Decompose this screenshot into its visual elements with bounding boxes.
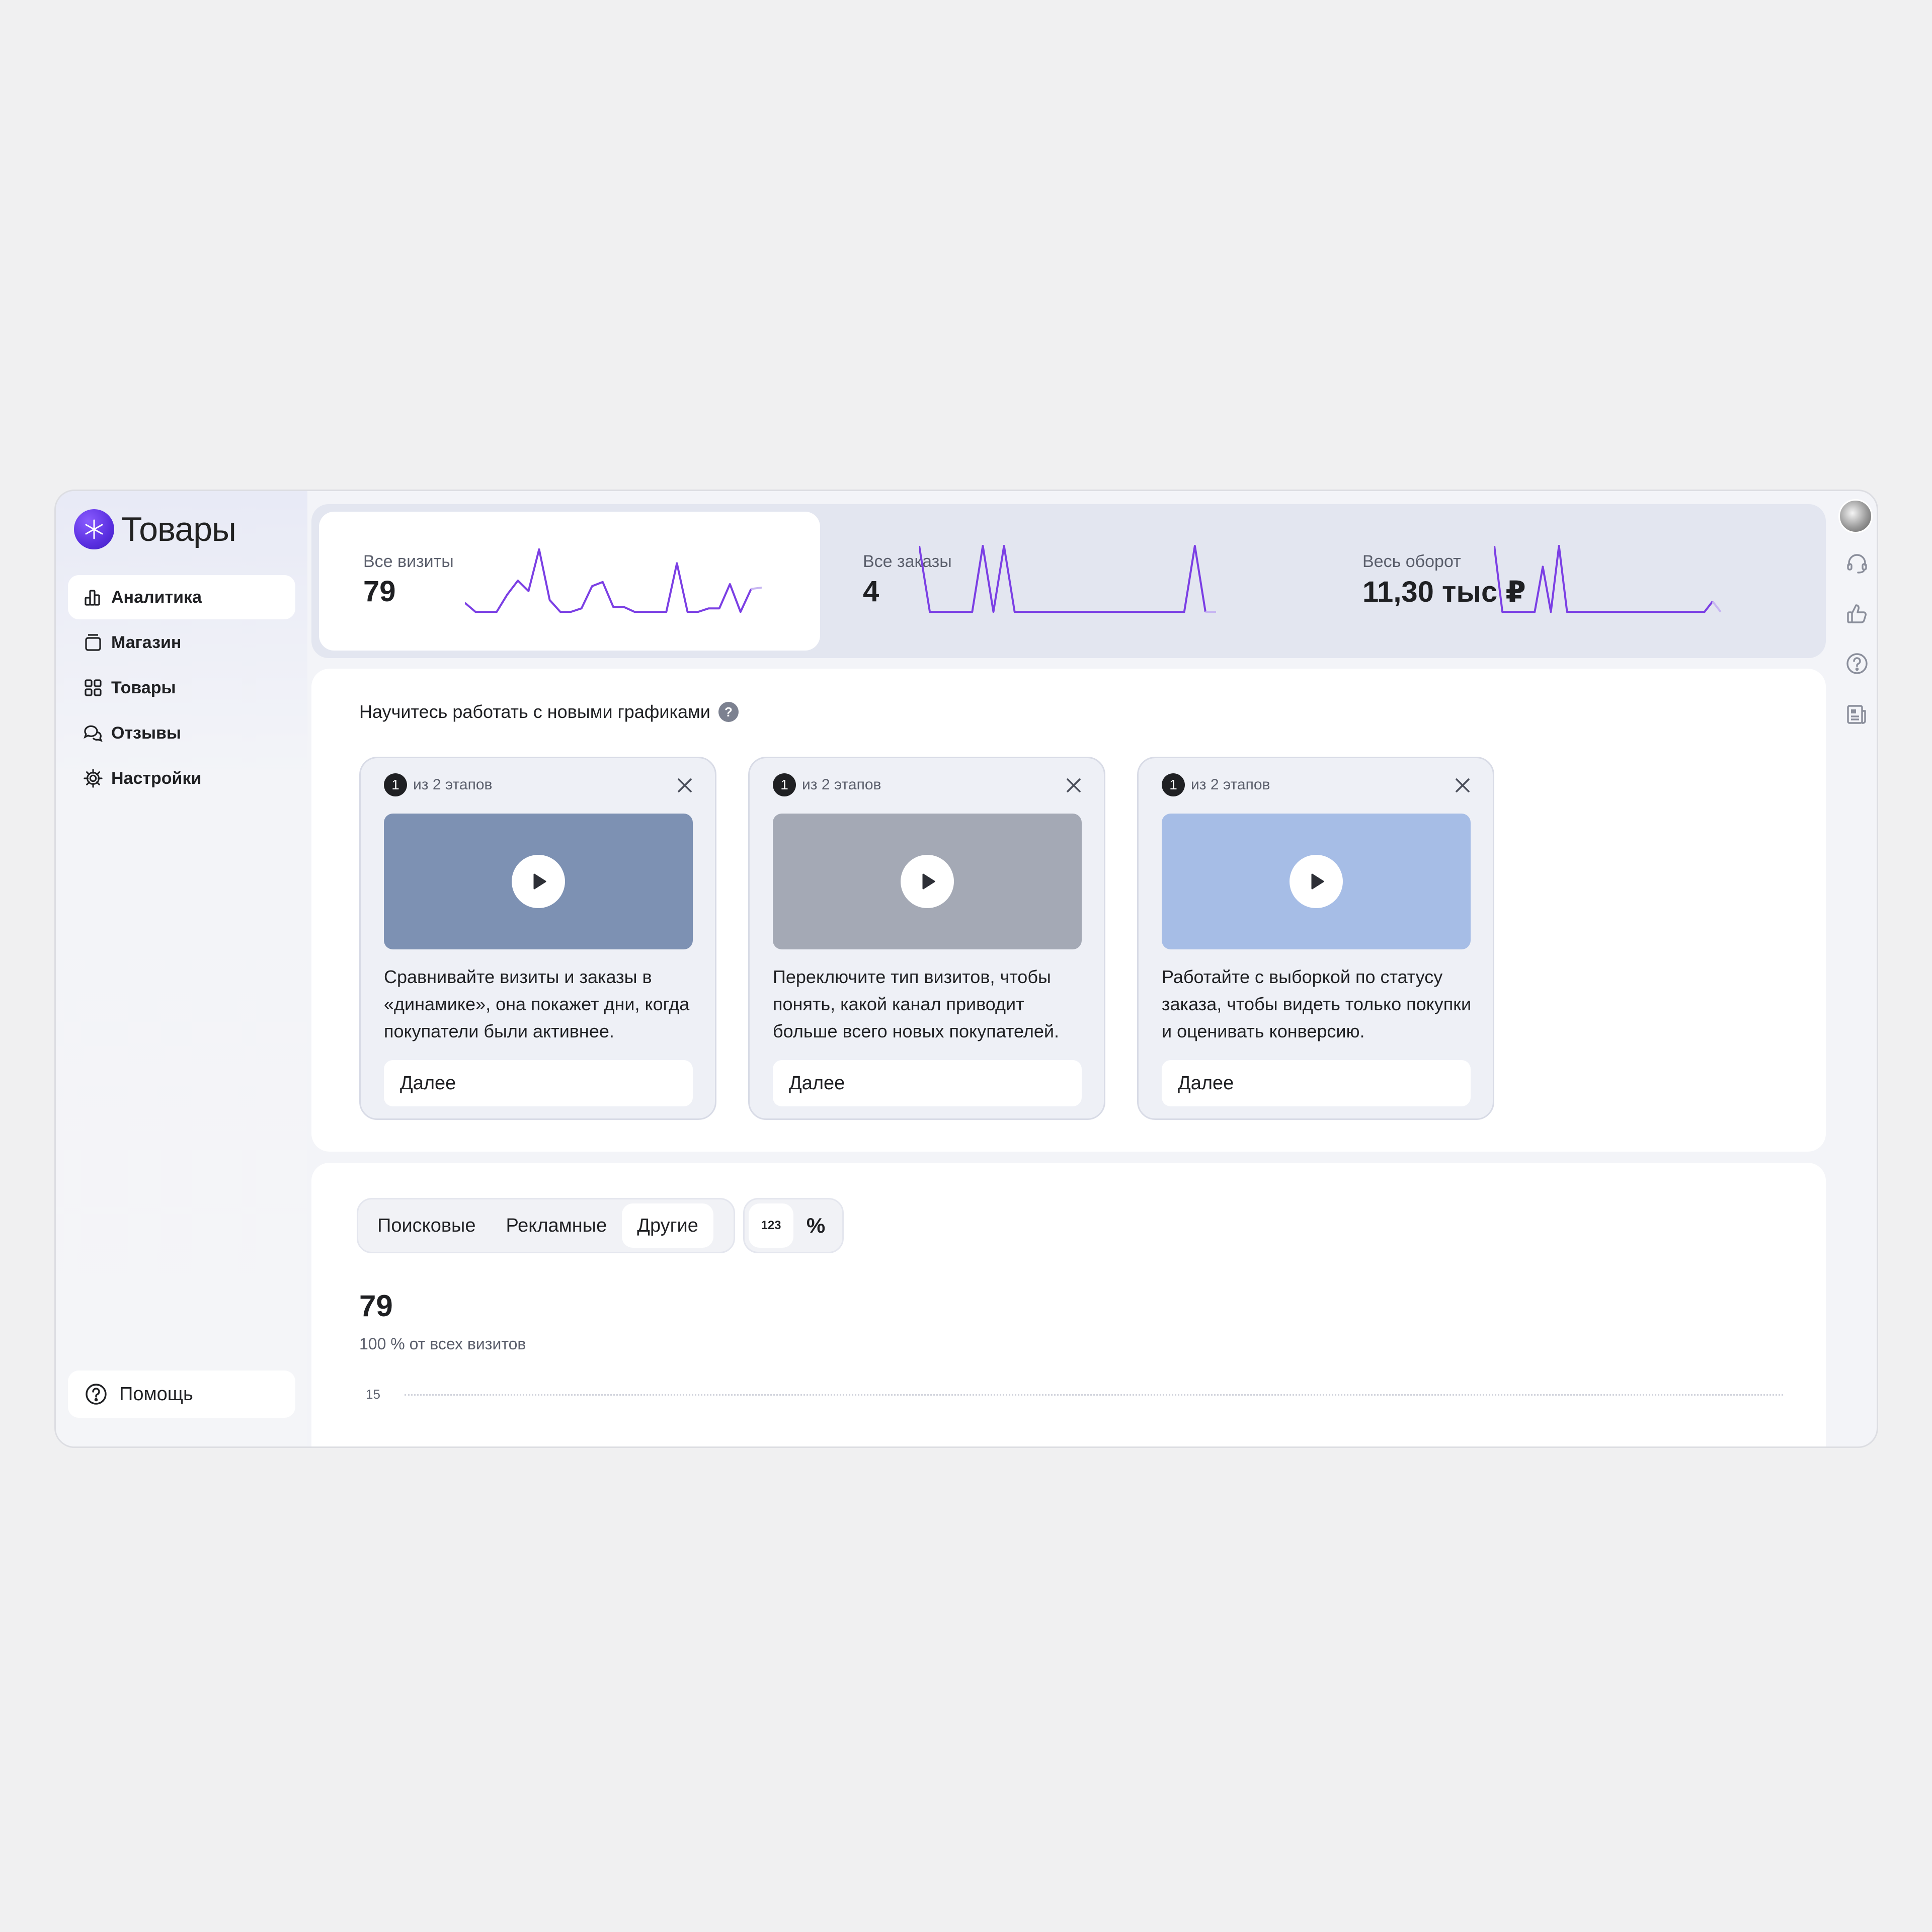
y-axis-tick: 15 xyxy=(366,1387,380,1402)
next-button[interactable]: Далее xyxy=(1162,1060,1471,1106)
stat-card-visits[interactable]: Все визиты 79 xyxy=(319,512,820,651)
app-logo[interactable]: Товары xyxy=(74,509,236,549)
onboarding-title: Научитесь работать с новыми графиками ? xyxy=(359,701,739,722)
stat-value: 4 xyxy=(863,575,879,608)
onboarding-panel: Научитесь работать с новыми графиками ? … xyxy=(311,669,1826,1152)
brand-star-icon xyxy=(74,509,114,549)
sidebar-item-store[interactable]: Магазин xyxy=(68,620,295,665)
onboarding-card: 1 из 2 этапов Переключите тип визитов, ч… xyxy=(748,757,1105,1120)
play-icon[interactable] xyxy=(901,855,954,908)
video-preview[interactable] xyxy=(773,814,1082,949)
onboarding-card-text: Переключите тип визитов, чтобы понять, к… xyxy=(773,967,1059,1041)
sidebar-item-reviews[interactable]: Отзывы xyxy=(68,711,295,755)
question-circle-icon xyxy=(84,1382,108,1406)
step-number: 1 xyxy=(773,773,796,796)
app-window: Товары Аналитика Магазин Товары Отзывы Н… xyxy=(54,490,1878,1448)
stat-value: 79 xyxy=(363,575,396,608)
video-preview[interactable] xyxy=(384,814,693,949)
tab-ads[interactable]: Рекламные xyxy=(491,1203,622,1248)
chat-bubbles-icon xyxy=(83,723,103,743)
sparkline-turnover xyxy=(1494,545,1722,613)
app-title: Товары xyxy=(121,510,236,548)
close-icon[interactable] xyxy=(1453,775,1473,795)
next-button[interactable]: Далее xyxy=(773,1060,1082,1106)
chart-gridline xyxy=(405,1394,1783,1396)
tab-search[interactable]: Поисковые xyxy=(362,1203,491,1248)
close-icon[interactable] xyxy=(675,775,695,795)
gear-icon xyxy=(83,768,103,788)
sparkline-tail xyxy=(1712,601,1722,613)
visits-share: 100 % от всех визитов xyxy=(359,1335,526,1353)
sparkline-visits xyxy=(465,548,762,613)
onboarding-card-text: Работайте с выборкой по статусу заказа, … xyxy=(1162,967,1472,1041)
onboarding-title-text: Научитесь работать с новыми графиками xyxy=(359,701,710,722)
sidebar-item-settings[interactable]: Настройки xyxy=(68,756,295,800)
step-number: 1 xyxy=(1162,773,1185,796)
play-icon[interactable] xyxy=(1290,855,1343,908)
play-icon[interactable] xyxy=(512,855,565,908)
stat-card-orders[interactable]: Все заказы 4 xyxy=(819,512,1320,651)
sidebar-nav: Аналитика Магазин Товары Отзывы Настройк… xyxy=(68,575,295,801)
sparkline-series xyxy=(919,545,1206,613)
sparkline-tail xyxy=(751,586,762,590)
sidebar-item-label: Отзывы xyxy=(111,723,181,743)
onboarding-card: 1 из 2 этапов Сравнивайте визиты и заказ… xyxy=(359,757,716,1120)
right-rail xyxy=(1823,491,1877,1446)
sidebar-item-products[interactable]: Товары xyxy=(68,666,295,710)
help-button[interactable]: Помощь xyxy=(68,1371,295,1418)
unit-absolute[interactable]: 123 xyxy=(749,1203,793,1248)
thumbs-up-icon[interactable] xyxy=(1844,601,1870,626)
visits-panel: Поисковые Рекламные Другие 123 % 79 100 … xyxy=(311,1163,1826,1446)
sidebar-item-label: Магазин xyxy=(111,632,182,652)
step-text: из 2 этапов xyxy=(413,776,493,793)
stats-strip: Все визиты 79 Все заказы 4 Весь оборот 1… xyxy=(311,504,1826,658)
support-headset-icon[interactable] xyxy=(1844,550,1870,576)
step-indicator: 1 из 2 этапов xyxy=(384,773,492,796)
bar-chart-icon xyxy=(83,587,103,607)
sidebar-item-label: Настройки xyxy=(111,768,202,788)
tab-other[interactable]: Другие xyxy=(622,1203,713,1248)
next-button[interactable]: Далее xyxy=(384,1060,693,1106)
sparkline-series xyxy=(1494,545,1714,613)
stat-label: Все визиты xyxy=(363,552,454,571)
store-icon xyxy=(83,632,103,653)
unit-percent[interactable]: % xyxy=(793,1203,838,1248)
news-icon[interactable] xyxy=(1844,701,1870,727)
unit-toggle: 123 % xyxy=(743,1198,844,1253)
step-number: 1 xyxy=(384,773,407,796)
help-label: Помощь xyxy=(119,1383,193,1405)
avatar[interactable] xyxy=(1838,499,1873,533)
sidebar-item-label: Аналитика xyxy=(111,587,202,607)
step-text: из 2 этапов xyxy=(1191,776,1270,793)
grid-icon xyxy=(83,678,103,698)
step-indicator: 1 из 2 этапов xyxy=(773,773,881,796)
sparkline-series xyxy=(465,548,752,613)
onboarding-card-text: Сравнивайте визиты и заказы в «динамике»… xyxy=(384,967,690,1041)
stat-label: Весь оборот xyxy=(1362,552,1461,571)
sidebar-item-label: Товары xyxy=(111,678,176,697)
close-icon[interactable] xyxy=(1064,775,1084,795)
sidebar-item-analytics[interactable]: Аналитика xyxy=(68,575,295,619)
help-hint-icon[interactable]: ? xyxy=(718,702,739,722)
sidebar: Товары Аналитика Магазин Товары Отзывы Н… xyxy=(56,491,307,1446)
video-preview[interactable] xyxy=(1162,814,1471,949)
step-indicator: 1 из 2 этапов xyxy=(1162,773,1270,796)
stat-card-turnover[interactable]: Весь оборот 11,30 тыс ₽ xyxy=(1318,512,1819,651)
question-circle-icon[interactable] xyxy=(1844,651,1870,676)
sparkline-orders xyxy=(919,545,1216,613)
visit-type-tabs: Поисковые Рекламные Другие xyxy=(357,1198,735,1253)
visits-total: 79 xyxy=(359,1289,393,1323)
step-text: из 2 этапов xyxy=(802,776,881,793)
onboarding-card: 1 из 2 этапов Работайте с выборкой по ст… xyxy=(1137,757,1494,1120)
